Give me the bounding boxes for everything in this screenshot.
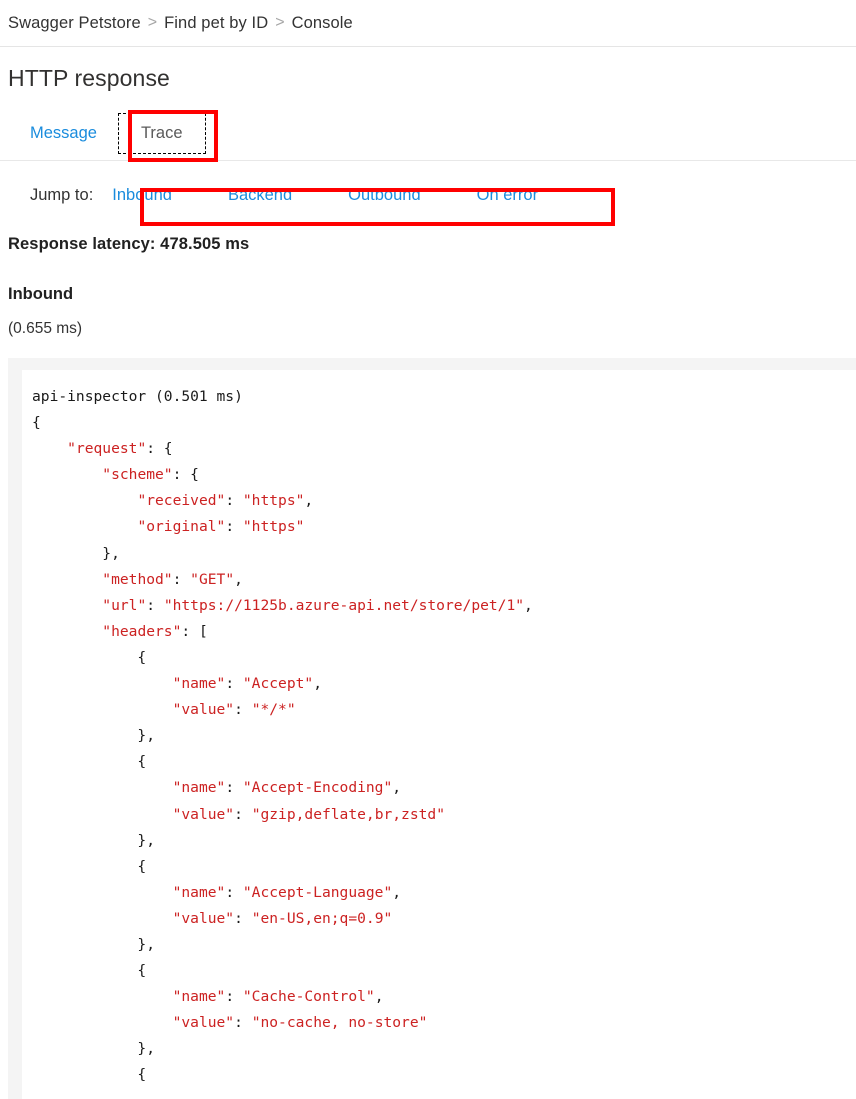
inbound-trace-panel: api-inspector (0.501 ms) { "request": { …: [8, 358, 856, 1099]
tab-strip: Message Trace: [0, 114, 856, 161]
inbound-duration: (0.655 ms): [0, 320, 856, 338]
jump-to-links: Inbound Backend Outbound On error: [112, 186, 538, 205]
inbound-trace-json[interactable]: api-inspector (0.501 ms) { "request": { …: [32, 384, 856, 1089]
breadcrumb: Swagger Petstore > Find pet by ID > Cons…: [0, 0, 856, 47]
jump-link-inbound[interactable]: Inbound: [112, 186, 172, 205]
page-title: HTTP response: [0, 47, 856, 92]
section-title-inbound: Inbound: [0, 285, 856, 304]
tab-trace[interactable]: Trace: [119, 114, 205, 153]
jump-link-outbound[interactable]: Outbound: [348, 186, 420, 205]
jump-to-row: Jump to: Inbound Backend Outbound On err…: [0, 181, 856, 209]
jump-to-label: Jump to:: [30, 186, 93, 205]
breadcrumb-item-console: Console: [292, 14, 353, 33]
jump-link-backend[interactable]: Backend: [228, 186, 292, 205]
jump-link-on-error[interactable]: On error: [477, 186, 538, 205]
response-latency: Response latency: 478.505 ms: [0, 235, 856, 254]
breadcrumb-item-swagger-petstore[interactable]: Swagger Petstore: [8, 14, 141, 33]
breadcrumb-separator-icon: >: [275, 14, 284, 32]
tab-message[interactable]: Message: [8, 114, 119, 153]
breadcrumb-separator-icon: >: [148, 14, 157, 32]
inbound-trace-content: api-inspector (0.501 ms) { "request": { …: [22, 370, 856, 1099]
breadcrumb-item-find-pet-by-id[interactable]: Find pet by ID: [164, 14, 268, 33]
